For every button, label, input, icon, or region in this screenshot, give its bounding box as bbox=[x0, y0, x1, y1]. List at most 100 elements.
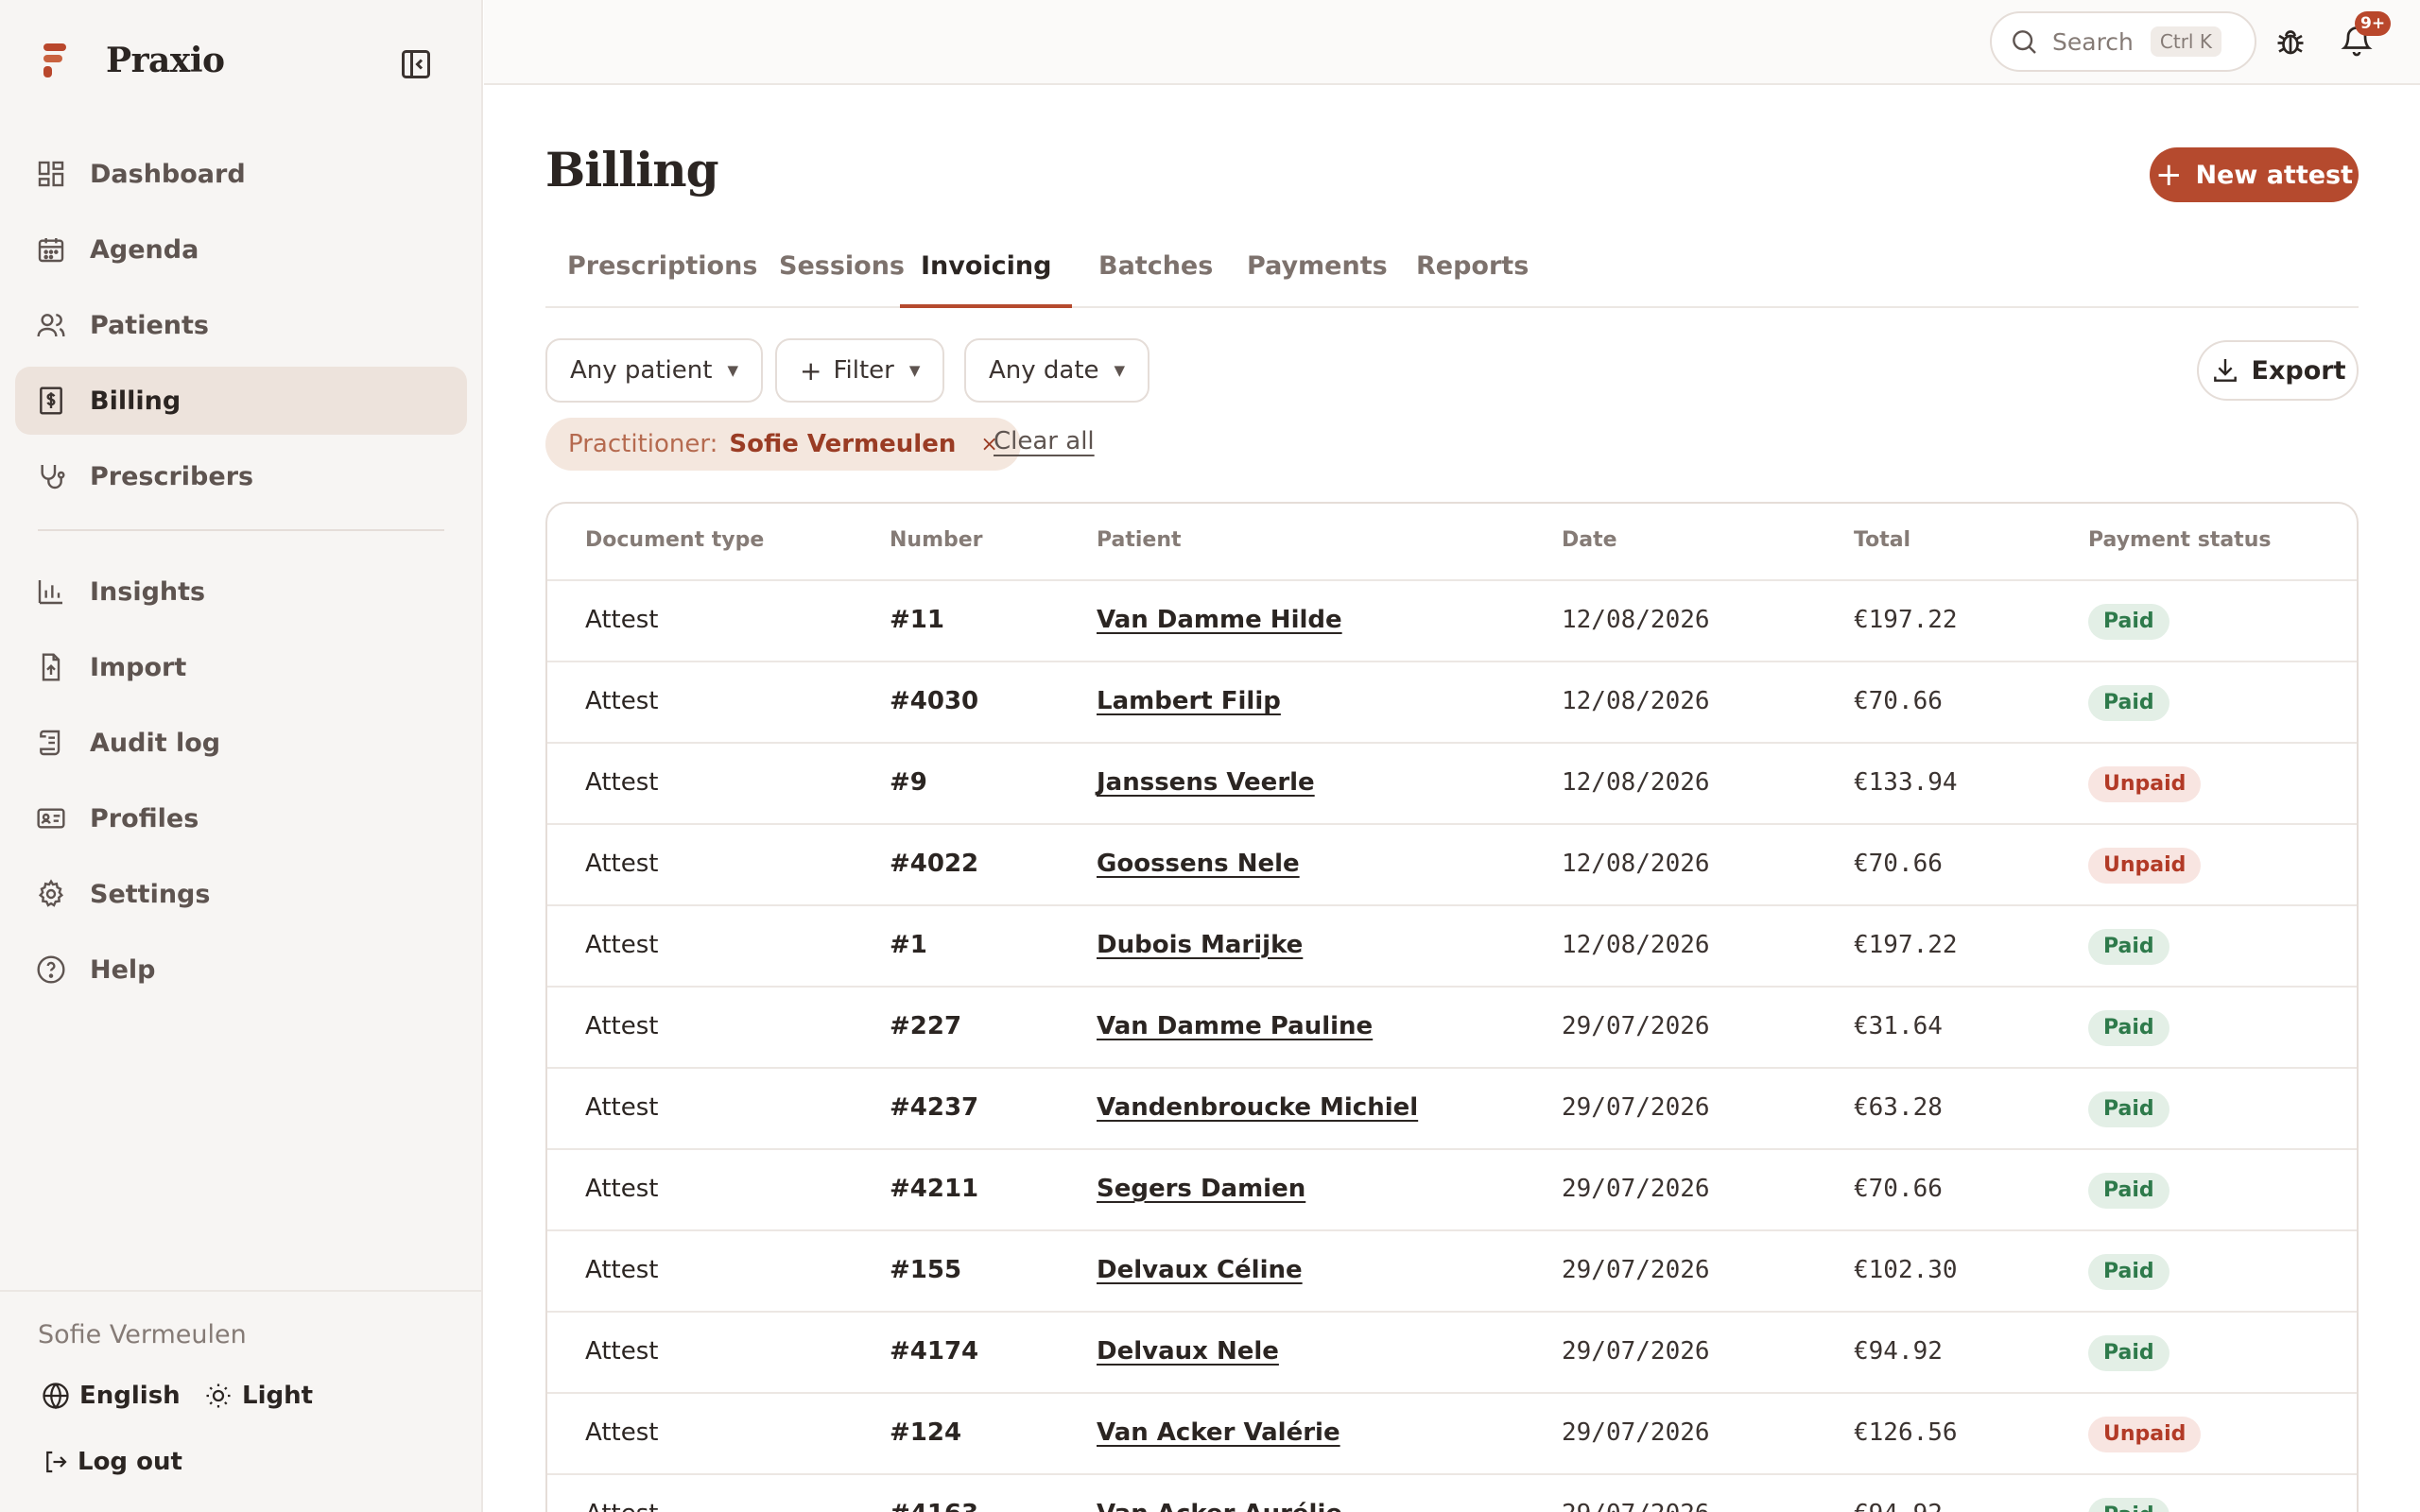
cell-date: 12/08/2026 bbox=[1562, 768, 1710, 797]
patient-link[interactable]: Delvaux Nele bbox=[1097, 1337, 1279, 1366]
column-header-patient[interactable]: Patient bbox=[1097, 528, 1182, 552]
calendar-icon bbox=[38, 238, 64, 263]
table-row[interactable]: Attest #227 Van Damme Pauline 29/07/2026 €31… bbox=[547, 988, 2357, 1069]
id-card-icon bbox=[37, 808, 65, 829]
patient-link[interactable]: Van Damme Hilde bbox=[1097, 606, 1342, 634]
column-header-date[interactable]: Date bbox=[1562, 528, 1617, 552]
patient-link[interactable]: Segers Damien bbox=[1097, 1175, 1305, 1203]
sidebar-item-billing[interactable]: Billing bbox=[15, 367, 467, 435]
table-row[interactable]: Attest #4174 Delvaux Nele 29/07/2026 €94.92 P… bbox=[547, 1313, 2357, 1394]
sidebar-divider bbox=[38, 529, 444, 531]
tab-invoicing[interactable]: Invoicing bbox=[900, 238, 1073, 308]
patient-link[interactable]: Van Acker Aurélie bbox=[1097, 1500, 1342, 1512]
sidebar-item-import[interactable]: Import bbox=[15, 633, 467, 701]
gear-icon bbox=[38, 879, 64, 907]
search-input[interactable]: Search Ctrl K bbox=[1990, 11, 2256, 72]
table-row[interactable]: Attest #4163 Van Acker Aurélie 29/07/2026 €9… bbox=[547, 1475, 2357, 1512]
new-attest-label: New attest bbox=[2195, 160, 2354, 190]
cell-document-type: Attest bbox=[585, 687, 659, 715]
tab-batches[interactable]: Batches bbox=[1098, 238, 1213, 308]
sidebar-item-patients[interactable]: Patients bbox=[15, 291, 467, 359]
cell-date: 29/07/2026 bbox=[1562, 1256, 1710, 1284]
date-filter-label: Any date bbox=[989, 356, 1099, 385]
sidebar-item-agenda[interactable]: Agenda bbox=[15, 215, 467, 284]
cell-number: #4211 bbox=[890, 1175, 979, 1203]
cell-number: #4237 bbox=[890, 1093, 979, 1122]
table-row[interactable]: Attest #155 Delvaux Céline 29/07/2026 €102.3… bbox=[547, 1231, 2357, 1313]
patient-link[interactable]: Delvaux Céline bbox=[1097, 1256, 1303, 1284]
cell-document-type: Attest bbox=[585, 1093, 659, 1122]
tab-prescriptions[interactable]: Prescriptions bbox=[567, 238, 757, 308]
status-badge: Paid bbox=[2088, 1010, 2169, 1046]
patient-link[interactable]: Van Damme Pauline bbox=[1097, 1012, 1373, 1040]
cell-document-type: Attest bbox=[585, 1256, 659, 1284]
sidebar-item-prescribers[interactable]: Prescribers bbox=[15, 442, 467, 510]
patient-link[interactable]: Janssens Veerle bbox=[1097, 768, 1315, 797]
sidebar-item-dashboard[interactable]: Dashboard bbox=[15, 140, 467, 208]
status-badge: Paid bbox=[2088, 1091, 2169, 1127]
logout-icon bbox=[46, 1451, 67, 1473]
filter-dropdown[interactable]: + Filter ▼ bbox=[775, 338, 945, 403]
cell-document-type: Attest bbox=[585, 768, 659, 797]
cell-number: #9 bbox=[890, 768, 927, 797]
sidebar-item-profiles[interactable]: Profiles bbox=[15, 784, 467, 852]
cell-document-type: Attest bbox=[585, 1500, 658, 1512]
logout-button[interactable]: Log out bbox=[42, 1448, 182, 1476]
cell-total: €70.66 bbox=[1854, 850, 1943, 878]
tab-reports[interactable]: Reports bbox=[1416, 238, 1529, 308]
patient-link[interactable]: Goossens Nele bbox=[1097, 850, 1300, 878]
language-label: English bbox=[79, 1382, 181, 1410]
patient-link[interactable]: Vandenbroucke Michiel bbox=[1097, 1093, 1418, 1122]
logout-label: Log out bbox=[78, 1448, 182, 1476]
patient-link[interactable]: Dubois Marijke bbox=[1097, 931, 1303, 959]
patient-link[interactable]: Lambert Filip bbox=[1097, 687, 1281, 715]
new-attest-button[interactable]: + New attest bbox=[2150, 147, 2359, 202]
column-header-total[interactable]: Total bbox=[1854, 528, 1910, 552]
column-header-document-type[interactable]: Document type bbox=[585, 528, 764, 552]
status-badge: Paid bbox=[2088, 1254, 2169, 1290]
invoices-table: Document type Number Patient Date Total … bbox=[545, 502, 2359, 1512]
theme-toggle[interactable]: Light bbox=[204, 1382, 313, 1410]
patient-filter-dropdown[interactable]: Any patient ▼ bbox=[545, 338, 763, 403]
bug-report-icon[interactable] bbox=[2273, 25, 2308, 59]
cell-total: €63.28 bbox=[1854, 1093, 1943, 1122]
export-button[interactable]: Export bbox=[2197, 340, 2359, 401]
language-toggle[interactable]: English bbox=[42, 1382, 181, 1410]
cell-total: €94.92 bbox=[1854, 1500, 1943, 1512]
brand[interactable]: Praxio bbox=[40, 40, 225, 81]
sidebar-item-settings[interactable]: Settings bbox=[15, 860, 467, 928]
filter-value: Sofie Vermeulen bbox=[729, 430, 957, 458]
search-placeholder: Search bbox=[2052, 27, 2134, 56]
table-row[interactable]: Attest #4022 Goossens Nele 12/08/2026 €70.66… bbox=[547, 825, 2357, 906]
cell-document-type: Attest bbox=[585, 606, 659, 634]
sidebar-item-label: Patients bbox=[90, 310, 209, 340]
date-filter-dropdown[interactable]: Any date ▼ bbox=[964, 338, 1150, 403]
sidebar-item-help[interactable]: Help bbox=[15, 936, 467, 1004]
sidebar-nav: Dashboard Agenda Patients Billing Prescr… bbox=[15, 140, 467, 1011]
sidebar-item-label: Billing bbox=[90, 386, 182, 416]
column-header-number[interactable]: Number bbox=[890, 528, 983, 552]
table-row[interactable]: Attest #11 Van Damme Hilde 12/08/2026 €197.2… bbox=[547, 581, 2357, 662]
sidebar-item-label: Settings bbox=[90, 879, 211, 909]
file-import-icon bbox=[42, 653, 60, 681]
sidebar: Praxio Dashboard Agenda Patients Billing… bbox=[0, 0, 483, 1512]
column-header-payment-status[interactable]: Payment status bbox=[2088, 528, 2271, 552]
tab-payments[interactable]: Payments bbox=[1247, 238, 1388, 308]
sun-icon bbox=[206, 1383, 231, 1408]
sidebar-item-audit-log[interactable]: Audit log bbox=[15, 709, 467, 777]
tab-sessions[interactable]: Sessions bbox=[779, 238, 905, 308]
cell-total: €102.30 bbox=[1854, 1256, 1958, 1284]
clear-all-link[interactable]: Clear all bbox=[994, 427, 1095, 455]
collapse-sidebar-icon[interactable] bbox=[399, 47, 433, 81]
status-badge: Paid bbox=[2088, 685, 2169, 721]
download-icon bbox=[2213, 359, 2237, 382]
table-row[interactable]: Attest #4030 Lambert Filip 12/08/2026 €70.66… bbox=[547, 662, 2357, 744]
table-row[interactable]: Attest #9 Janssens Veerle 12/08/2026 €133.94… bbox=[547, 744, 2357, 825]
table-row[interactable]: Attest #4211 Segers Damien 29/07/2026 €70.66… bbox=[547, 1150, 2357, 1231]
patient-link[interactable]: Van Acker Valérie bbox=[1097, 1418, 1340, 1447]
table-row[interactable]: Attest #124 Van Acker Valérie 29/07/2026 €12… bbox=[547, 1394, 2357, 1475]
sidebar-item-insights[interactable]: Insights bbox=[15, 558, 467, 626]
export-label: Export bbox=[2251, 355, 2346, 386]
table-row[interactable]: Attest #4237 Vandenbroucke Michiel 29/07/20… bbox=[547, 1069, 2357, 1150]
table-row[interactable]: Attest #1 Dubois Marijke 12/08/2026 €197.22 P… bbox=[547, 906, 2357, 988]
